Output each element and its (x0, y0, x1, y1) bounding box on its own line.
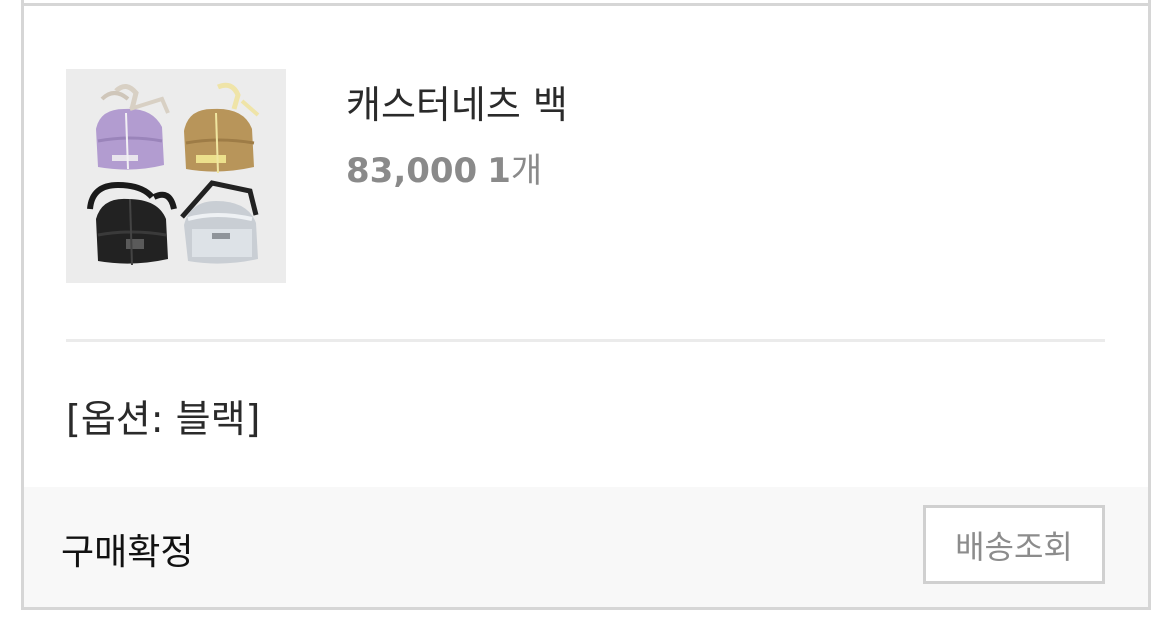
order-item-card: 캐스터네츠 백 83,000 1개 [옵션: 블랙] 구매확정 배송조회 (21, 0, 1151, 610)
tan-bag-icon (184, 82, 260, 174)
product-quantity-number: 1 (487, 151, 511, 191)
order-footer: 구매확정 배송조회 (24, 487, 1148, 607)
silver-bag-icon (180, 180, 259, 264)
card-top-border (24, 3, 1148, 6)
black-bag-icon (87, 181, 177, 266)
track-delivery-button[interactable]: 배송조회 (923, 505, 1105, 584)
price-quantity: 83,000 1개 (346, 143, 542, 192)
product-thumbnail[interactable] (66, 69, 286, 283)
product-price: 83,000 (346, 151, 478, 191)
product-quantity-unit: 개 (510, 151, 543, 191)
product-name[interactable]: 캐스터네츠 백 (346, 74, 568, 129)
option-label: [옵션: 블랙] (66, 397, 261, 441)
order-status: 구매확정 (61, 532, 194, 573)
bag-image (87, 82, 260, 266)
divider (66, 339, 1105, 342)
purple-bag-icon (96, 84, 170, 170)
